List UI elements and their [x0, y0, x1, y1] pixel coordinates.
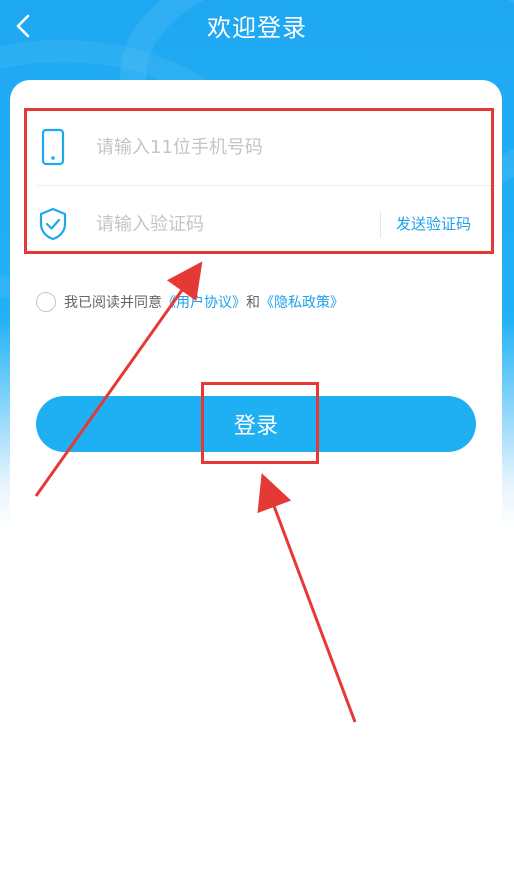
top-bar: 欢迎登录 — [0, 0, 514, 54]
agreement-row: 我已阅读并同意 《用户协议》 和 《隐私政策》 — [36, 292, 344, 312]
agreement-radio[interactable] — [36, 292, 56, 312]
agreement-prefix: 我已阅读并同意 — [64, 295, 162, 311]
agreement-and: 和 — [246, 295, 260, 311]
page-title: 欢迎登录 — [207, 14, 307, 42]
user-agreement-link[interactable]: 《用户协议》 — [162, 292, 246, 312]
annotation-highlight-fields — [24, 108, 494, 254]
annotation-highlight-login — [201, 382, 319, 464]
privacy-policy-link[interactable]: 《隐私政策》 — [260, 292, 344, 312]
